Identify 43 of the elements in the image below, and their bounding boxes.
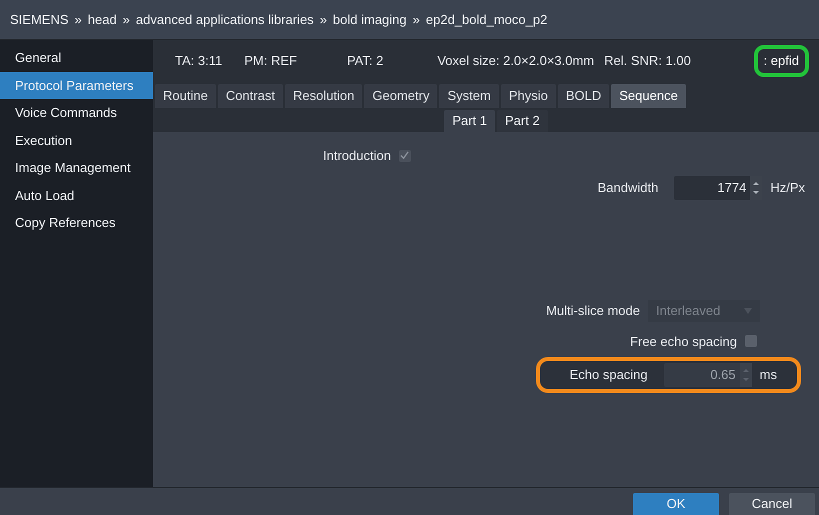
info-text: Rel. SNR: 1.00: [604, 52, 691, 70]
tab[interactable]: Contrast: [218, 84, 283, 108]
breadcrumb-separator: »: [320, 10, 327, 29]
sidebar-item[interactable]: Auto Load: [0, 182, 153, 209]
tab[interactable]: Sequence: [611, 84, 686, 108]
sidebar-item[interactable]: General: [0, 44, 153, 72]
field-label: Echo spacing: [570, 366, 648, 384]
field-label: Free echo spacing: [630, 332, 737, 351]
breadcrumb-item[interactable]: SIEMENS: [10, 10, 69, 30]
sidebar-item[interactable]: Image Management: [0, 154, 153, 182]
tab[interactable]: Routine: [155, 84, 216, 108]
breadcrumb-item[interactable]: head: [88, 10, 117, 30]
subtab[interactable]: Part 2: [497, 110, 548, 132]
breadcrumb-separator: »: [122, 10, 130, 29]
field-label: Introduction: [323, 147, 391, 165]
checkmark-icon: [400, 151, 410, 160]
tab[interactable]: Resolution: [284, 84, 362, 108]
info-text: PM: REF: [244, 52, 297, 70]
sidebar-item[interactable]: Voice Commands: [0, 99, 153, 126]
sidebar-item[interactable]: Copy References: [0, 209, 153, 236]
breadcrumb-item[interactable]: bold imaging: [332, 10, 407, 30]
info-text: TA: 3:11: [175, 52, 222, 70]
breadcrumb-separator: »: [412, 10, 420, 29]
tab[interactable]: Geometry: [364, 84, 438, 108]
tab[interactable]: BOLD: [558, 84, 610, 108]
breadcrumb-separator: »: [74, 10, 82, 29]
subtab[interactable]: Part 1: [444, 110, 495, 132]
sidebar-item[interactable]: Protocol Parameters: [0, 72, 153, 99]
breadcrumb-item[interactable]: advanced applications libraries: [136, 10, 314, 30]
checkbox[interactable]: [745, 335, 757, 348]
field-label: Multi-slice mode: [546, 302, 640, 320]
unit-label: ms: [760, 366, 777, 384]
tab[interactable]: System: [439, 84, 499, 108]
ok-button[interactable]: OK: [633, 493, 719, 515]
info-text: PAT: 2: [346, 52, 384, 70]
field-label: Bandwidth: [598, 178, 658, 197]
unit-label: Hz/Px: [770, 178, 805, 197]
info-text: Voxel size: 2.0×2.0×3.0mm: [437, 52, 594, 70]
number-field[interactable]: 1774: [674, 176, 762, 200]
tab[interactable]: Physio: [500, 84, 556, 108]
sidebar-item[interactable]: Execution: [0, 126, 153, 154]
breadcrumb-item[interactable]: ep2d_bold_moco_p2: [426, 10, 548, 30]
cancel-button[interactable]: Cancel: [729, 493, 815, 515]
